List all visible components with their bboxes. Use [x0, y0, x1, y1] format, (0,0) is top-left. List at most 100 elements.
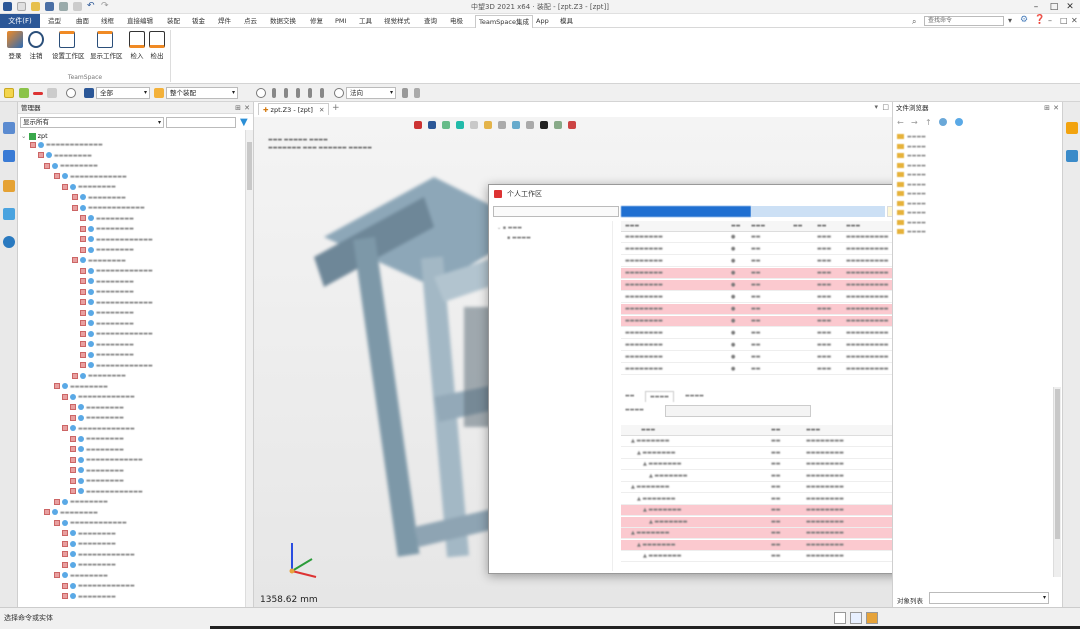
assembly-icon[interactable]	[154, 88, 164, 98]
folder-row[interactable]: ▬▬▬▬	[897, 172, 926, 180]
tree-node[interactable]: ▬▬▬▬▬▬▬▬	[62, 561, 116, 569]
view-icon-12[interactable]	[568, 121, 576, 129]
tree-node[interactable]: ▬▬▬▬▬▬▬▬	[80, 309, 134, 317]
globe-icon[interactable]	[955, 118, 963, 126]
check-out-button[interactable]: 检出	[146, 31, 168, 60]
palette-icon[interactable]	[3, 208, 15, 220]
tree-node[interactable]: ▬▬▬▬▬▬▬▬	[80, 246, 134, 254]
workspace-tree-root[interactable]: ⌄ ▪ ▬▬▬	[497, 225, 522, 231]
ribbon-close-icon[interactable]: ✕	[1071, 16, 1078, 25]
tree-node[interactable]: ▬▬▬▬▬▬▬▬	[62, 183, 116, 191]
tab-assembly[interactable]: 装配	[167, 16, 180, 26]
visibility-checkbox[interactable]	[54, 498, 60, 505]
visibility-checkbox[interactable]	[70, 446, 76, 452]
tree-node[interactable]: ▬▬▬▬▬▬▬▬	[80, 341, 134, 349]
tab-repair[interactable]: 修复	[310, 16, 323, 26]
tree-node[interactable]: ▬▬▬▬▬▬▬▬	[80, 278, 134, 286]
tree-node[interactable]: ▬▬▬▬▬▬▬▬	[54, 572, 108, 580]
view-icon-1[interactable]	[414, 121, 422, 129]
manager-search-input[interactable]	[166, 117, 236, 128]
visibility-checkbox[interactable]	[80, 341, 86, 347]
tree-node[interactable]: ▬▬▬▬▬▬▬▬	[70, 404, 124, 412]
tree-scrollbar[interactable]	[245, 130, 253, 607]
scope-icon[interactable]	[84, 88, 94, 98]
visibility-checkbox[interactable]	[80, 299, 86, 305]
detail-tab-3[interactable]: ▬▬▬▬	[681, 391, 708, 402]
check-in-button[interactable]: 检入	[126, 31, 148, 60]
tree-node[interactable]: ▬▬▬▬▬▬▬▬▬▬▬▬	[54, 519, 127, 527]
tree-node[interactable]: ▬▬▬▬▬▬▬▬	[62, 593, 116, 601]
visibility-checkbox[interactable]	[70, 414, 76, 421]
tree-node[interactable]: ▬▬▬▬▬▬▬▬	[80, 288, 134, 296]
folder-row[interactable]: ▬▬▬▬	[897, 134, 926, 142]
visibility-checkbox[interactable]	[62, 551, 68, 557]
command-search-input[interactable]: 查找命令	[924, 16, 1004, 26]
snap-icon-3[interactable]	[296, 88, 300, 98]
snap-icon-4[interactable]	[308, 88, 312, 98]
folder-row[interactable]: ▬▬▬▬	[897, 219, 926, 228]
tab-pmi[interactable]: PMI	[335, 16, 346, 26]
tree-node[interactable]: ▬▬▬▬▬▬▬▬	[72, 257, 126, 265]
folder-row[interactable]: ▬▬▬▬	[897, 143, 926, 152]
scrollbar-thumb[interactable]	[1055, 389, 1060, 539]
visibility-checkbox[interactable]	[38, 152, 44, 158]
snap-icon-2[interactable]	[284, 88, 288, 98]
tree-node[interactable]: ▬▬▬▬▬▬▬▬	[80, 225, 134, 233]
visibility-checkbox[interactable]	[54, 519, 60, 526]
visibility-checkbox[interactable]	[62, 540, 68, 547]
visibility-checkbox[interactable]	[70, 488, 76, 494]
new-tab-icon[interactable]: +	[332, 103, 340, 113]
tree-node[interactable]: ▬▬▬▬▬▬▬▬	[70, 477, 124, 485]
visibility-checkbox[interactable]	[54, 572, 60, 578]
tab-mold[interactable]: 模具	[560, 16, 573, 26]
visibility-checkbox[interactable]	[62, 582, 68, 589]
tree-node[interactable]: ▬▬▬▬▬▬▬▬	[72, 372, 126, 380]
up-icon[interactable]: ↑	[925, 118, 932, 127]
visibility-checkbox[interactable]	[70, 456, 76, 463]
tree-node[interactable]: ▬▬▬▬▬▬▬▬▬▬▬▬	[80, 330, 153, 338]
tab-sheet-metal[interactable]: 钣金	[192, 16, 205, 26]
funnel-icon[interactable]: ▼	[240, 117, 248, 128]
direction-icon[interactable]	[334, 88, 344, 98]
tab-direct-edit[interactable]: 直接编辑	[127, 16, 153, 26]
tree-node[interactable]: ▬▬▬▬▬▬▬▬	[54, 383, 108, 391]
document-tab[interactable]: ✚ zpt.Z3 - [zpt] ✕	[258, 103, 330, 115]
ribbon-restore-icon[interactable]: □	[1060, 16, 1068, 25]
tree-node[interactable]: ▬▬▬▬▬▬▬▬▬▬▬▬	[80, 362, 153, 370]
tree-node[interactable]: ▬▬▬▬▬▬▬▬▬▬▬▬	[80, 236, 153, 244]
folder-icon[interactable]	[1066, 122, 1078, 134]
rotate-icon[interactable]	[66, 88, 76, 98]
visibility-checkbox[interactable]	[72, 257, 78, 263]
tree-node[interactable]: ▬▬▬▬▬▬▬▬▬▬▬▬	[62, 582, 135, 590]
tree-node[interactable]: ▬▬▬▬▬▬▬▬	[44, 162, 98, 170]
visibility-checkbox[interactable]	[72, 204, 78, 211]
box-select-icon[interactable]	[47, 88, 57, 98]
pick-icon[interactable]	[402, 88, 408, 98]
tab-visual-style[interactable]: 视觉样式	[384, 16, 410, 26]
visibility-checkbox[interactable]	[80, 267, 86, 274]
visibility-checkbox[interactable]	[80, 215, 86, 221]
visibility-checkbox[interactable]	[70, 467, 76, 473]
visibility-checkbox[interactable]	[62, 593, 68, 599]
assembly-manager-icon[interactable]	[3, 122, 15, 134]
status-icon-2[interactable]	[850, 612, 862, 624]
pin-icon[interactable]: ⊞	[1044, 102, 1050, 114]
tree-node[interactable]: ▬▬▬▬▬▬▬▬▬▬▬▬	[70, 488, 143, 496]
tab-point-cloud[interactable]: 点云	[244, 16, 257, 26]
visibility-checkbox[interactable]	[62, 561, 68, 568]
pin-icon[interactable]: ⊞	[235, 102, 241, 114]
tree-node[interactable]: ▬▬▬▬▬▬▬▬	[70, 467, 124, 475]
visibility-checkbox[interactable]	[62, 393, 68, 400]
status-icon-1[interactable]	[834, 612, 846, 624]
workspace-path-field[interactable]	[621, 206, 751, 217]
tab-tools[interactable]: 工具	[359, 16, 372, 26]
folder-row[interactable]: ▬▬▬▬	[897, 162, 926, 171]
visibility-checkbox[interactable]	[80, 330, 86, 337]
visibility-checkbox[interactable]	[72, 194, 78, 200]
view-icon-3[interactable]	[442, 121, 450, 129]
minimize-button[interactable]: –	[1028, 1, 1044, 13]
folder-row[interactable]: ▬▬▬▬	[897, 229, 926, 237]
visibility-checkbox[interactable]	[80, 278, 86, 284]
view-icon-2[interactable]	[428, 121, 436, 129]
visibility-checkbox[interactable]	[80, 320, 86, 326]
